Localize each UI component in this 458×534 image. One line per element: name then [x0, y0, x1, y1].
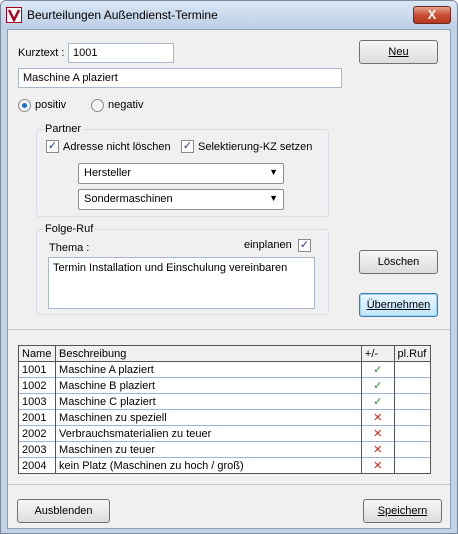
row-name-cell: 2004 — [17, 457, 57, 474]
beurteilungen-table: Name Beschreibung +/- pl.Ruf 1001 Maschin… — [17, 345, 432, 474]
row-description-cell: Maschinen zu teuer — [55, 441, 362, 458]
row-plruf-cell — [393, 361, 432, 378]
row-plruf-cell — [393, 441, 432, 458]
table-header-row: Name Beschreibung +/- pl.Ruf — [17, 345, 432, 362]
column-header[interactable]: +/- — [360, 345, 395, 362]
title-bar[interactable]: Beurteilungen Außendienst-Termine X — [1, 1, 457, 29]
cross-icon: ✕ — [360, 425, 395, 442]
loeschen-button-label: Löschen — [377, 256, 420, 268]
sondermaschinen-select[interactable]: Sondermaschinen ▼ — [78, 189, 284, 210]
radio-positiv-label[interactable]: positiv — [35, 99, 66, 111]
row-name-cell: 2001 — [17, 409, 57, 426]
row-description-cell: Maschinen zu speziell — [55, 409, 362, 426]
partner-group-title: Partner — [43, 123, 84, 135]
row-description-cell: Maschine C plaziert — [55, 393, 362, 410]
ausblenden-button[interactable]: Ausblenden — [17, 499, 110, 523]
kurztext-label: Kurztext : — [18, 47, 65, 59]
close-button[interactable]: X — [413, 6, 451, 24]
description-input[interactable]: Maschine A plaziert — [18, 68, 342, 88]
dialog-window: Beurteilungen Außendienst-Termine X Kurz… — [0, 0, 458, 534]
checkbox-selektierung[interactable]: ✓ — [181, 140, 194, 153]
neu-button[interactable]: Neu — [359, 40, 438, 64]
row-description-cell: Maschine A plaziert — [55, 361, 362, 378]
row-name-cell: 2003 — [17, 441, 57, 458]
column-header[interactable]: Name — [17, 345, 57, 362]
radio-negativ-label[interactable]: negativ — [108, 99, 143, 111]
cross-icon: ✕ — [360, 441, 395, 458]
column-header[interactable]: Beschreibung — [55, 345, 362, 362]
radio-positiv[interactable] — [18, 99, 31, 112]
row-name-cell: 1001 — [17, 361, 57, 378]
row-description-cell: kein Platz (Maschinen zu hoch / groß) — [55, 457, 362, 474]
row-plruf-cell — [393, 457, 432, 474]
speichern-button[interactable]: Speichern — [363, 499, 442, 523]
thema-label: Thema : — [49, 242, 90, 254]
kurztext-input[interactable]: 1001 — [68, 43, 174, 63]
table-row[interactable]: 1003 Maschine C plaziert ✓ — [17, 393, 432, 410]
ausblenden-button-label: Ausblenden — [34, 505, 93, 517]
checkbox-selektierung-label[interactable]: Selektierung-KZ setzen — [198, 141, 312, 153]
radio-selected-dot — [22, 103, 27, 108]
loeschen-button[interactable]: Löschen — [359, 250, 438, 274]
checkbox-adresse[interactable]: ✓ — [46, 140, 59, 153]
row-description-cell: Maschine B plaziert — [55, 377, 362, 394]
column-header[interactable]: pl.Ruf — [393, 345, 432, 362]
thema-textarea[interactable]: Termin Installation und Einschulung vere… — [48, 257, 315, 309]
row-name-cell: 1002 — [17, 377, 57, 394]
neu-button-label: Neu — [388, 46, 409, 58]
uebernehmen-button-label: Übernehmen — [366, 299, 431, 311]
row-name-cell: 2002 — [17, 425, 57, 442]
row-plruf-cell — [393, 409, 432, 426]
window-title: Beurteilungen Außendienst-Termine — [27, 8, 218, 22]
sondermaschinen-select-value: Sondermaschinen — [84, 193, 173, 205]
app-logo-icon — [6, 7, 22, 23]
folgeruf-group-title: Folge-Ruf — [43, 223, 96, 235]
table-row[interactable]: 2001 Maschinen zu speziell ✕ — [17, 409, 432, 426]
einplanen-label[interactable]: einplanen — [244, 239, 292, 251]
row-plruf-cell — [393, 377, 432, 394]
cross-icon: ✕ — [360, 409, 395, 426]
row-description-cell: Verbrauchsmaterialien zu teuer — [55, 425, 362, 442]
divider — [8, 329, 450, 330]
cross-icon: ✕ — [360, 457, 395, 474]
row-plruf-cell — [393, 425, 432, 442]
chevron-down-icon: ▼ — [269, 193, 278, 203]
row-plruf-cell — [393, 393, 432, 410]
speichern-button-label: Speichern — [377, 505, 428, 517]
checkmark-icon: ✓ — [360, 361, 395, 378]
table-row[interactable]: 2004 kein Platz (Maschinen zu hoch / groß… — [17, 457, 432, 474]
checkmark-icon: ✓ — [360, 393, 395, 410]
table-row[interactable]: 2002 Verbrauchsmaterialien zu teuer ✕ — [17, 425, 432, 442]
table-row[interactable]: 1002 Maschine B plaziert ✓ — [17, 377, 432, 394]
hersteller-select-value: Hersteller — [84, 167, 132, 179]
checkbox-einplanen[interactable]: ✓ — [298, 239, 311, 252]
chevron-down-icon: ▼ — [269, 167, 278, 177]
row-name-cell: 1003 — [17, 393, 57, 410]
hersteller-select[interactable]: Hersteller ▼ — [78, 163, 284, 184]
radio-negativ[interactable] — [91, 99, 104, 112]
divider — [8, 484, 450, 485]
table-row[interactable]: 1001 Maschine A plaziert ✓ — [17, 361, 432, 378]
uebernehmen-button[interactable]: Übernehmen — [359, 293, 438, 317]
checkbox-adresse-label[interactable]: Adresse nicht löschen — [63, 141, 171, 153]
checkmark-icon: ✓ — [360, 377, 395, 394]
table-row[interactable]: 2003 Maschinen zu teuer ✕ — [17, 441, 432, 458]
dialog-body: Kurztext : 1001 Maschine A plaziert Neu … — [7, 29, 451, 529]
